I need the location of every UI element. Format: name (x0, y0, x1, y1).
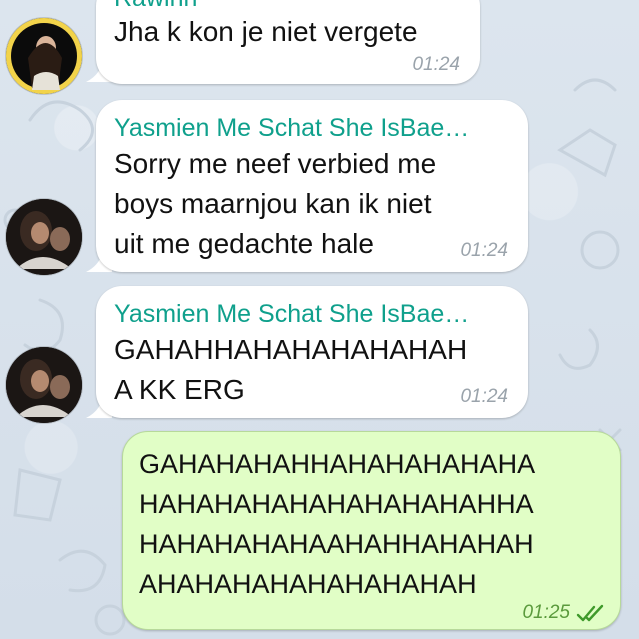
profile-photo-icon (6, 199, 82, 275)
message-text-line: HAHAHAHAHAAHAHHAHAHAH (139, 529, 534, 559)
message-time: 01:24 (412, 54, 460, 75)
profile-photo-icon (6, 18, 82, 94)
message-text-line: A KK ERG (114, 374, 245, 405)
message-text-line: boys maarnjou kan ik niet (114, 188, 432, 219)
message-bubble-incoming[interactable]: Rawinn Jha k kon je niet vergete 01:24 (96, 0, 480, 84)
message-text-line: Sorry me neef verbied me (114, 148, 437, 179)
message-text-line: GAHAHAHAHHAHAHAHAHAHA (139, 449, 536, 479)
double-check-icon (576, 604, 604, 622)
message-text-line: uit me gedachte hale (114, 228, 374, 259)
profile-photo-icon (6, 347, 82, 423)
avatar-yasmien[interactable] (6, 199, 82, 275)
sender-name[interactable]: Yasmien Me Schat She IsBae… (114, 114, 469, 143)
message-time: 01:25 (522, 602, 570, 623)
message-text-line: Jha k kon je niet vergete (114, 16, 418, 47)
message-time: 01:24 (460, 240, 508, 261)
message-time: 01:24 (460, 386, 508, 407)
avatar-rawinn[interactable] (6, 18, 82, 94)
message-bubble-incoming[interactable]: Yasmien Me Schat She IsBae… Sorry me nee… (96, 100, 528, 272)
message-text-line: GAHAHHAHAHAHAHAHAH (114, 334, 468, 365)
sender-name[interactable]: Yasmien Me Schat She IsBae… (114, 300, 469, 329)
message-bubble-incoming[interactable]: Yasmien Me Schat She IsBae… GAHAHHAHAHAH… (96, 286, 528, 418)
avatar-yasmien[interactable] (6, 347, 82, 423)
message-text-line: AHAHAHAHAHAHAHAHAH (139, 569, 477, 599)
message-bubble-outgoing[interactable]: GAHAHAHAHHAHAHAHAHAHA HAHAHAHAHAHAHAHAHA… (122, 431, 621, 630)
message-text-line: HAHAHAHAHAHAHAHAHAHHA (139, 489, 534, 519)
